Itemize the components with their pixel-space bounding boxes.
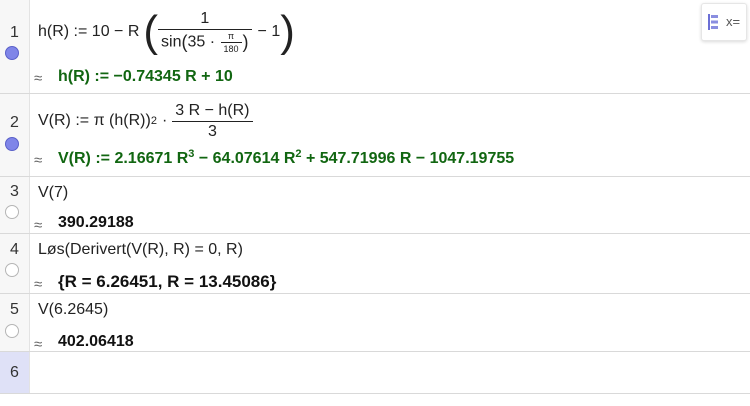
approx-symbol: ≈	[34, 276, 43, 293]
cas-row-4[interactable]: 4 Løs(Derivert(V(R), R) = 0, R) ≈ {R = 6…	[0, 234, 750, 294]
approx-symbol: ≈	[34, 217, 43, 234]
cas-input-4[interactable]: Løs(Derivert(V(R), R) = 0, R)	[38, 241, 243, 259]
visibility-toggle[interactable]	[5, 137, 19, 151]
fraction-numerator: 1	[158, 10, 252, 30]
row-number: 4	[10, 241, 19, 258]
row-number: 3	[10, 183, 19, 200]
fraction: 3 R − h(R) 3	[172, 102, 253, 141]
output-part: + 547.71996 R − 1047.19755	[301, 150, 515, 167]
row-number: 2	[10, 114, 19, 131]
fraction-numerator: 3 R − h(R)	[172, 102, 253, 122]
cas-input-1[interactable]: h(R) := 10 − R ( 1 sin(35 · π 180 ) − 1 …	[38, 6, 295, 58]
fraction-denominator: 3	[207, 122, 217, 140]
output-part: − 64.07614 R	[194, 150, 296, 167]
cas-view: 1 h(R) := 10 − R ( 1 sin(35 · π 180 ) − …	[0, 0, 750, 406]
minus-one: − 1	[257, 23, 281, 40]
close-paren-small: )	[242, 32, 249, 52]
cas-output-4: {R = 6.26451, R = 13.45086}	[58, 272, 277, 291]
cas-output-2: V(R) := 2.16671 R3 − 64.07614 R2 + 547.7…	[58, 149, 515, 168]
close-paren: )	[280, 7, 295, 56]
algebra-input-label: x=	[726, 14, 741, 29]
cas-row-3[interactable]: 3 V(7) ≈ 390.29188	[0, 177, 750, 234]
cas-input-5[interactable]: V(6.2645)	[38, 301, 108, 319]
cas-input-3[interactable]: V(7)	[38, 184, 68, 202]
dot-operator: ·	[161, 112, 168, 129]
cas-input-2[interactable]: V(R) := π (h(R)) 2 · 3 R − h(R) 3	[38, 102, 253, 140]
output-part: V(R) := 2.16671 R	[58, 150, 189, 167]
row-number: 1	[10, 24, 19, 41]
visibility-toggle[interactable]	[5, 324, 19, 338]
pi-denominator: 180	[223, 44, 239, 54]
input-lhs: V(R) := π (h(R))	[38, 112, 151, 129]
pi-fraction: π 180	[220, 31, 242, 54]
sin-label: sin	[161, 33, 182, 51]
algebra-input-button[interactable]: x=	[701, 3, 747, 41]
open-paren: (	[143, 7, 159, 56]
fraction: 1 sin(35 · π 180 )	[158, 10, 252, 54]
approx-symbol: ≈	[34, 70, 43, 87]
cas-output-3: 390.29188	[58, 214, 134, 231]
cas-input-6[interactable]	[30, 352, 750, 393]
cas-row-5[interactable]: 5 V(6.2645) ≈ 402.06418	[0, 294, 750, 353]
cas-output-5: 402.06418	[58, 333, 134, 350]
visibility-toggle[interactable]	[5, 46, 19, 60]
sin-argument: 35 ·	[187, 33, 216, 51]
approx-symbol: ≈	[34, 152, 43, 169]
approx-symbol: ≈	[34, 336, 43, 353]
row-number: 6	[10, 364, 19, 381]
cas-row-6[interactable]: 6	[0, 352, 750, 394]
row-gutter	[0, 94, 30, 176]
cas-row-2[interactable]: 2 V(R) := π (h(R)) 2 · 3 R − h(R) 3 ≈ V(R…	[0, 94, 750, 177]
cas-row-1[interactable]: 1 h(R) := 10 − R ( 1 sin(35 · π 180 ) − …	[0, 0, 750, 94]
row-number: 5	[10, 301, 19, 318]
visibility-toggle[interactable]	[5, 263, 19, 277]
fraction-denominator: sin(35 · π 180 )	[158, 30, 252, 54]
visibility-toggle[interactable]	[5, 205, 19, 219]
input-lhs: h(R) := 10 − R	[38, 23, 140, 40]
pi-numerator: π	[220, 31, 242, 43]
cas-output-1: h(R) := −0.74345 R + 10	[58, 68, 233, 85]
